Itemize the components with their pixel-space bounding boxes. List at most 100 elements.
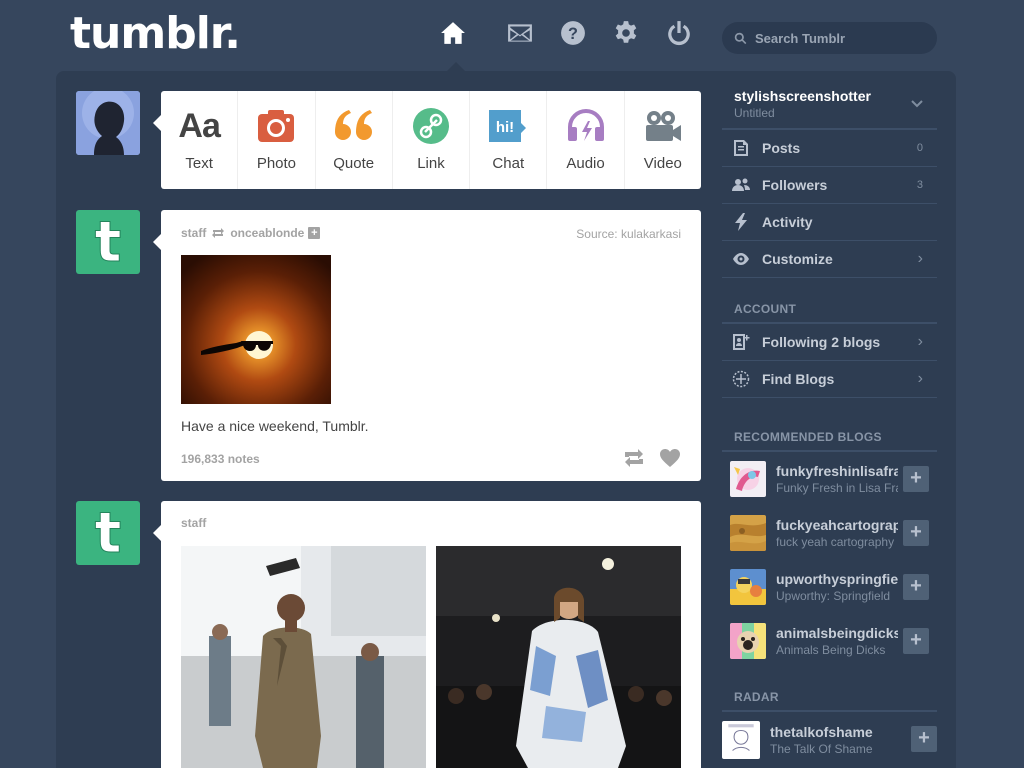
follow-button[interactable]: + xyxy=(903,466,929,492)
new-text-post-button[interactable]: Aa Text xyxy=(161,91,239,189)
inbox-icon[interactable] xyxy=(507,20,533,46)
follow-button[interactable]: + xyxy=(903,520,929,546)
power-logout-icon[interactable] xyxy=(666,20,692,46)
staff-avatar[interactable]: t xyxy=(76,210,140,274)
chevron-right-icon: › xyxy=(917,370,923,387)
blog-avatar xyxy=(730,569,766,605)
post-photo-sunset[interactable] xyxy=(181,255,331,404)
text-label: Text xyxy=(185,155,213,172)
tumblr-logo[interactable]: tumblr. xyxy=(70,8,241,59)
post-photo-runway-right[interactable] xyxy=(436,546,681,768)
chevron-right-icon: › xyxy=(917,250,923,267)
chevron-down-icon xyxy=(911,100,923,108)
settings-gear-icon[interactable] xyxy=(613,20,639,46)
radar-blog[interactable]: thetalkofshame The Talk Of Shame + xyxy=(722,712,937,768)
blog-title: Funky Fresh in Lisa Frank xyxy=(776,481,898,495)
new-audio-post-button[interactable]: Audio xyxy=(547,91,625,189)
post-card: staff onceablonde + Source: kulakarkasi … xyxy=(153,210,701,481)
chat-label: Chat xyxy=(492,155,525,172)
chevron-right-icon: › xyxy=(917,333,923,350)
svg-text:hi!: hi! xyxy=(496,119,514,136)
sidebar-item-label: Followers xyxy=(762,177,828,193)
followers-count: 3 xyxy=(916,179,923,191)
new-video-post-button[interactable]: Video xyxy=(625,91,701,189)
sidebar-item-label: Following 2 blogs xyxy=(762,334,881,350)
sidebar-item-customize[interactable]: Customize › xyxy=(722,241,937,278)
audio-label: Audio xyxy=(566,155,605,172)
sidebar-item-label: Find Blogs xyxy=(762,371,835,387)
reblog-icon[interactable] xyxy=(623,448,645,473)
post-caption: Have a nice weekend, Tumblr. xyxy=(181,418,369,434)
svg-text:t: t xyxy=(95,508,122,558)
radar-heading: RADAR xyxy=(722,690,937,712)
like-heart-icon[interactable] xyxy=(659,448,681,473)
sidebar-item-find-blogs[interactable]: Find Blogs › xyxy=(722,361,937,398)
following-icon xyxy=(733,334,750,350)
post-photo-runway-left[interactable] xyxy=(181,546,426,768)
home-icon[interactable] xyxy=(440,20,466,46)
blog-title: Animals Being Dicks xyxy=(776,643,886,657)
post-header: staff onceablonde + xyxy=(181,226,321,240)
find-blogs-compass-icon xyxy=(732,370,750,388)
new-quote-post-button[interactable]: Quote xyxy=(316,91,393,189)
post-type-bar: Aa Text Photo Quote Link hi! Chat Audio xyxy=(153,91,701,189)
text-icon: Aa xyxy=(178,106,220,145)
blog-avatar xyxy=(722,721,760,759)
follow-button[interactable]: + xyxy=(911,726,937,752)
new-chat-post-button[interactable]: hi! Chat xyxy=(470,91,548,189)
staff-avatar[interactable]: t xyxy=(76,501,140,565)
new-photo-post-button[interactable]: Photo xyxy=(238,91,316,189)
blog-avatar xyxy=(730,623,766,659)
photo-icon xyxy=(257,107,295,145)
search-input[interactable] xyxy=(755,30,925,46)
new-link-post-button[interactable]: Link xyxy=(393,91,471,189)
follow-plus-icon[interactable]: + xyxy=(308,227,321,239)
blog-title: Upworthy: Springfield xyxy=(776,589,891,603)
blog-title: Untitled xyxy=(734,106,775,120)
activity-lightning-icon xyxy=(735,213,747,231)
follow-button[interactable]: + xyxy=(903,574,929,600)
post-author-link[interactable]: staff xyxy=(181,516,206,530)
video-icon xyxy=(643,107,683,145)
sidebar-item-following[interactable]: Following 2 blogs › xyxy=(722,324,937,361)
sidebar-item-label: Posts xyxy=(762,140,801,156)
sidebar: stylishscreenshotter Untitled Posts 0 Fo… xyxy=(722,78,937,768)
recommended-blog[interactable]: animalsbeingdicks Animals Being Dicks + xyxy=(722,614,937,668)
blog-name: animalsbeingdicks xyxy=(776,625,898,641)
notes-count[interactable]: 196,833 notes xyxy=(181,452,260,466)
account-heading: ACCOUNT xyxy=(722,302,937,324)
blog-name: funkyfreshinlisafrank xyxy=(776,463,898,479)
search-box[interactable] xyxy=(722,22,937,54)
followers-people-icon xyxy=(732,178,750,191)
blog-avatar xyxy=(730,515,766,551)
blog-title: fuck yeah cartography xyxy=(776,535,895,549)
post-author-link[interactable]: staff xyxy=(181,226,206,240)
sidebar-item-activity[interactable]: Activity xyxy=(722,204,937,241)
blog-name: fuckyeahcartography xyxy=(776,517,898,533)
follow-button[interactable]: + xyxy=(903,628,929,654)
source-link[interactable]: kulakarkasi xyxy=(621,227,681,241)
recommended-blog[interactable]: funkyfreshinlisafrank Funky Fresh in Lis… xyxy=(722,452,937,506)
posts-document-icon xyxy=(734,140,748,156)
audio-icon xyxy=(566,107,606,145)
blog-switcher[interactable]: stylishscreenshotter Untitled xyxy=(722,78,937,130)
post-card: staff xyxy=(153,501,701,768)
header: tumblr. ? xyxy=(0,0,1024,72)
svg-text:t: t xyxy=(95,217,122,267)
source-label: Source: xyxy=(576,227,618,241)
blog-title: The Talk Of Shame xyxy=(770,742,873,756)
recommended-blog[interactable]: fuckyeahcartography fuck yeah cartograph… xyxy=(722,506,937,560)
link-icon xyxy=(412,107,449,145)
help-icon[interactable]: ? xyxy=(560,20,586,46)
reblogged-from-link[interactable]: onceablonde xyxy=(230,226,304,240)
sidebar-item-posts[interactable]: Posts 0 xyxy=(722,130,937,167)
sidebar-item-followers[interactable]: Followers 3 xyxy=(722,167,937,204)
svg-text:?: ? xyxy=(568,25,578,43)
blog-name: stylishscreenshotter xyxy=(734,88,871,104)
blog-name: upworthyspringfield xyxy=(776,571,898,587)
blog-name: thetalkofshame xyxy=(770,724,873,740)
user-avatar[interactable] xyxy=(76,91,140,155)
recommended-blog[interactable]: upworthyspringfield Upworthy: Springfiel… xyxy=(722,560,937,614)
photo-label: Photo xyxy=(256,155,297,172)
blog-avatar xyxy=(730,461,766,497)
